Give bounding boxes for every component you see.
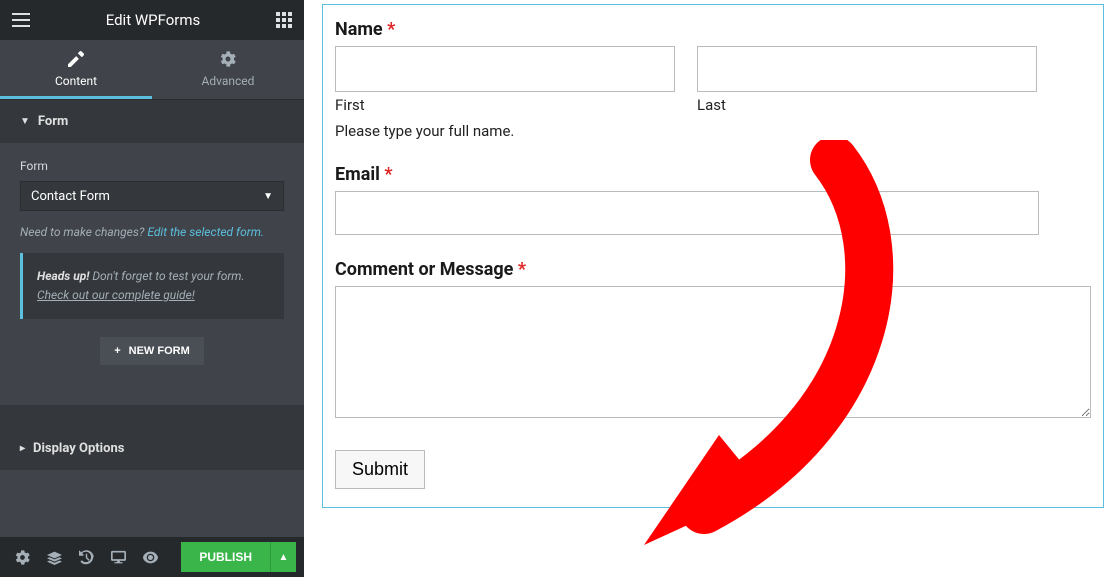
form-select-value: Contact Form <box>31 189 110 204</box>
responsive-icon[interactable] <box>104 543 132 571</box>
tab-advanced[interactable]: Advanced <box>152 40 304 99</box>
notice-strong: Heads up! <box>37 269 89 283</box>
notice-guide-link[interactable]: Check out our complete guide! <box>37 288 195 302</box>
required-icon: * <box>384 164 392 185</box>
required-icon: * <box>518 259 526 280</box>
caret-down-icon: ▼ <box>20 116 30 127</box>
section-title: Form <box>38 114 68 129</box>
form-preview[interactable]: Name * First Last Please type your full … <box>322 4 1104 508</box>
history-icon[interactable] <box>72 543 100 571</box>
notice-box: Heads up! Don't forget to test your form… <box>20 253 284 319</box>
menu-icon[interactable] <box>12 13 30 27</box>
tab-content[interactable]: Content <box>0 40 152 99</box>
pencil-icon <box>68 51 84 70</box>
form-select[interactable]: Contact Form ▼ <box>20 181 284 211</box>
email-field-label: Email * <box>335 164 1091 185</box>
helper-text: Need to make changes? Edit the selected … <box>20 225 284 239</box>
comment-field-label: Comment or Message * <box>335 259 1091 280</box>
last-name-input[interactable] <box>697 46 1037 92</box>
settings-icon[interactable] <box>8 543 36 571</box>
bottombar: PUBLISH ▲ <box>0 537 304 577</box>
submit-button[interactable]: Submit <box>335 450 425 489</box>
first-sublabel: First <box>335 96 675 114</box>
form-label: Form <box>20 159 284 173</box>
first-name-input[interactable] <box>335 46 675 92</box>
tab-content-label: Content <box>55 74 97 88</box>
new-form-button[interactable]: + NEW FORM <box>100 337 204 365</box>
apps-grid-icon[interactable] <box>276 12 292 28</box>
caret-right-icon: ▸ <box>20 443 25 454</box>
editor-topbar: Edit WPForms <box>0 0 304 40</box>
email-input[interactable] <box>335 191 1039 235</box>
section-gap <box>0 405 304 427</box>
edit-form-link[interactable]: Edit the selected form. <box>147 225 264 239</box>
notice-text: Don't forget to test your form. <box>89 269 244 283</box>
tabs: Content Advanced <box>0 40 304 100</box>
chevron-down-icon: ▼ <box>263 191 273 202</box>
editor-sidebar: Edit WPForms Content Advanced ▼ Form For… <box>0 0 304 577</box>
name-field-label: Name * <box>335 19 1091 40</box>
navigator-icon[interactable] <box>40 543 68 571</box>
section-body-form: Form Contact Form ▼ Need to make changes… <box>0 143 304 405</box>
name-description: Please type your full name. <box>335 122 1091 140</box>
section-header-display[interactable]: ▸ Display Options <box>0 427 304 470</box>
section-header-form[interactable]: ▼ Form <box>0 100 304 143</box>
tab-advanced-label: Advanced <box>202 74 255 88</box>
gear-icon <box>220 51 236 70</box>
panel-title: Edit WPForms <box>106 11 201 29</box>
comment-textarea[interactable] <box>335 286 1091 418</box>
preview-pane: Name * First Last Please type your full … <box>304 0 1116 577</box>
plus-icon: + <box>114 345 120 357</box>
new-form-label: NEW FORM <box>129 345 190 357</box>
preview-icon[interactable] <box>136 543 164 571</box>
helper-prefix: Need to make changes? <box>20 225 147 239</box>
publish-button[interactable]: PUBLISH <box>181 542 270 572</box>
section-display-title: Display Options <box>33 441 124 456</box>
required-icon: * <box>387 19 395 40</box>
publish-more-button[interactable]: ▲ <box>270 542 296 572</box>
last-sublabel: Last <box>697 96 1037 114</box>
